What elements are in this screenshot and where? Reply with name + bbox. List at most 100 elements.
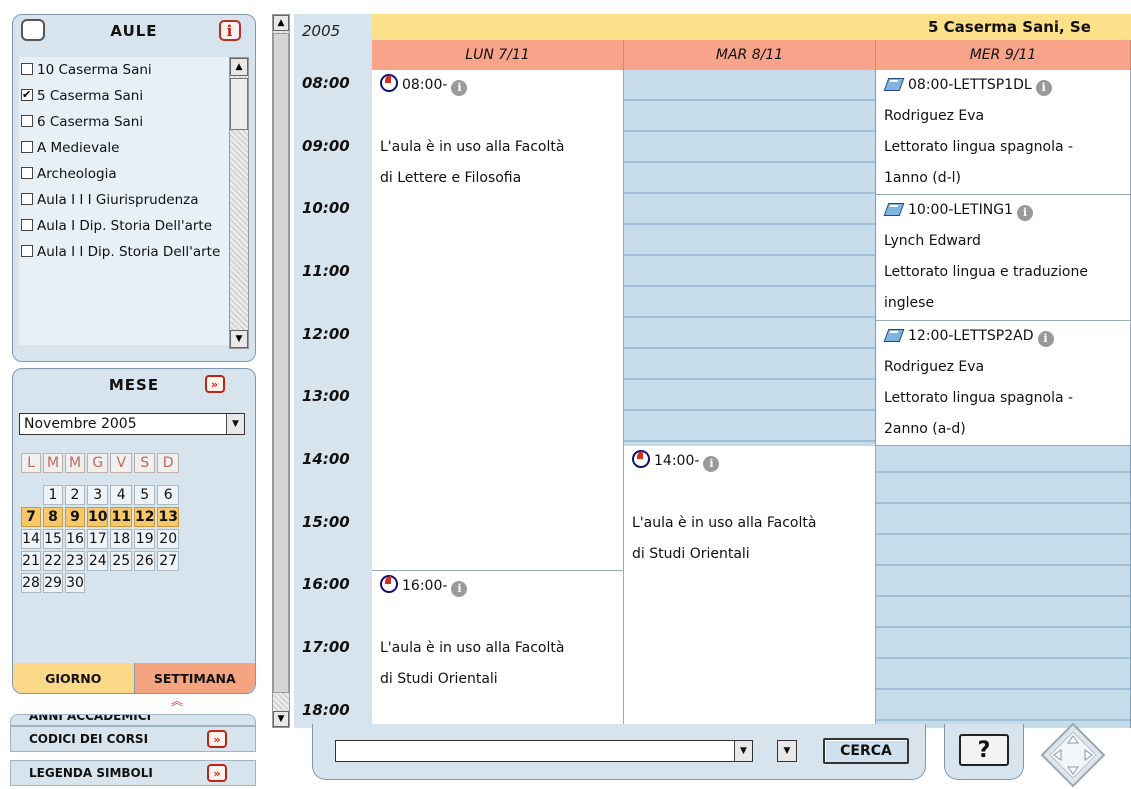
schedule-event[interactable]: 10:00-LETING1 i Lynch Edward Lettorato ling…	[876, 195, 1131, 321]
calendar-day[interactable]: 8	[43, 507, 63, 527]
aule-item[interactable]: Archeologia	[19, 161, 233, 187]
aule-item[interactable]: 10 Caserma Sani	[19, 57, 233, 83]
aule-checkbox[interactable]	[21, 63, 33, 75]
schedule-event[interactable]: 08:00-LETTSP1DL i Rodriguez Eva Lettorato l…	[876, 70, 1131, 196]
calendar-day[interactable]: 21	[21, 551, 41, 571]
calendar-day[interactable]: 28	[21, 573, 41, 593]
select-all-box[interactable]	[21, 19, 45, 41]
aule-item-label: 10 Caserma Sani	[37, 62, 152, 78]
aule-checkbox[interactable]	[21, 167, 33, 179]
calendar-day[interactable]: 27	[157, 551, 179, 571]
aule-item[interactable]: A Medievale	[19, 135, 233, 161]
calendar-day[interactable]: 22	[43, 551, 63, 571]
calendar-day[interactable]: 15	[43, 529, 63, 549]
calendar-day[interactable]: 20	[157, 529, 179, 549]
codici-expand-icon[interactable]: »	[207, 730, 227, 748]
aule-checkbox[interactable]	[21, 141, 33, 153]
calendar-day-header: M	[43, 453, 63, 473]
day-header[interactable]: LUN 7/11	[372, 40, 624, 70]
help-button[interactable]: ?	[959, 734, 1009, 766]
aule-item[interactable]: 5 Caserma Sani	[19, 83, 233, 109]
event-info-icon[interactable]: i	[703, 455, 720, 472]
main-scroll-down-icon[interactable]: ▼	[273, 711, 289, 727]
tab-giorno[interactable]: GIORNO	[13, 663, 135, 693]
aule-item[interactable]: Aula I Dip. Storia Dell'arte	[19, 213, 233, 239]
calendar-day[interactable]: 1	[43, 485, 63, 505]
calendar-day[interactable]: 19	[133, 529, 156, 549]
calendar-day[interactable]: 12	[133, 507, 156, 527]
calendar-day[interactable]: 29	[43, 573, 63, 593]
calendar-day[interactable]: 11	[110, 507, 132, 527]
main-scroll-thumb[interactable]	[273, 33, 289, 693]
codici-corsi-link[interactable]: CODICI DEI CORSI »	[10, 726, 256, 752]
aule-checkbox[interactable]	[21, 245, 33, 257]
event-info-icon[interactable]: i	[1016, 205, 1033, 222]
aule-scrollbar[interactable]: ▲ ▼	[229, 57, 249, 349]
collapse-up-icon[interactable]: ︽	[171, 695, 183, 707]
calendar-day[interactable]: 17	[87, 529, 109, 549]
main-scroll-up-icon[interactable]: ▲	[273, 15, 289, 31]
month-select[interactable]: Novembre 2005 ▼	[19, 413, 245, 435]
calendar-day[interactable]: 13	[157, 507, 179, 527]
calendar-day[interactable]: 3	[87, 485, 109, 505]
event-detail: inglese	[884, 288, 1130, 319]
calendar-day[interactable]: 5	[133, 485, 156, 505]
calendar-day[interactable]: 14	[21, 529, 41, 549]
day-header[interactable]: MAR 8/11	[624, 40, 876, 70]
calendar-day[interactable]: 6	[157, 485, 179, 505]
info-icon[interactable]: i	[219, 20, 241, 41]
aule-checkbox[interactable]	[21, 115, 33, 127]
schedule-event[interactable]: 08:00- i L'aula è in uso alla Facoltà di L…	[372, 70, 624, 572]
time-label: 17:00	[302, 637, 350, 656]
event-info-icon[interactable]: i	[451, 80, 468, 96]
tab-settimana[interactable]: SETTIMANA	[134, 663, 255, 693]
scroll-up-icon[interactable]: ▲	[230, 58, 248, 76]
legenda-simboli-link[interactable]: LEGENDA SIMBOLI »	[10, 760, 256, 786]
chevron-down-icon[interactable]: ▼	[226, 414, 244, 434]
calendar-day[interactable]: 10	[87, 507, 109, 527]
calendar-day[interactable]: 23	[65, 551, 85, 571]
event-text: 1anno (d-l)	[884, 170, 961, 186]
calendar-day[interactable]: 9	[65, 507, 85, 527]
calendar-empty-cell	[110, 573, 131, 593]
schedule-event[interactable]: 12:00-LETTSP2AD i Rodriguez Eva Lettorato l…	[876, 320, 1131, 446]
aule-checkbox[interactable]	[21, 89, 33, 101]
aule-item[interactable]: 6 Caserma Sani	[19, 109, 233, 135]
calendar-day[interactable]: 16	[65, 529, 85, 549]
search-select[interactable]: ▼	[335, 740, 753, 762]
legenda-label: LEGENDA SIMBOLI	[29, 766, 153, 780]
event-text: 14:00-	[654, 452, 700, 469]
aule-item[interactable]: Aula I I Dip. Storia Dell'arte	[19, 239, 233, 265]
event-detail: 1anno (d-l)	[884, 163, 1130, 194]
schedule-event[interactable]: 14:00- i L'aula è in uso alla Facoltà di S…	[624, 445, 876, 728]
navigation-arrows-icon[interactable]	[1040, 722, 1106, 788]
calendar-day[interactable]: 30	[65, 573, 85, 593]
calendar-day[interactable]: 4	[110, 485, 132, 505]
event-info-icon[interactable]: i	[1035, 80, 1052, 96]
aule-checkbox[interactable]	[21, 193, 33, 205]
event-info-icon[interactable]: i	[1037, 330, 1054, 347]
aule-title: AULE	[110, 22, 158, 40]
filter-chevron-down-icon[interactable]: ▼	[778, 741, 796, 761]
aule-checkbox[interactable]	[21, 219, 33, 231]
calendar-day[interactable]: 7	[21, 507, 41, 527]
search-chevron-down-icon[interactable]: ▼	[734, 741, 752, 761]
calendar-day[interactable]: 2	[65, 485, 85, 505]
anni-accademici-link[interactable]: ANNI ACCADEMICI	[10, 714, 256, 726]
calendar-day[interactable]: 26	[133, 551, 156, 571]
event-info-icon[interactable]: i	[451, 581, 468, 598]
calendar-day[interactable]: 24	[87, 551, 109, 571]
day-header[interactable]: MER 9/11	[876, 40, 1131, 70]
event-text: Rodriguez Eva	[884, 108, 985, 124]
scroll-down-icon[interactable]: ▼	[230, 330, 248, 348]
aule-item[interactable]: Aula I I I Giurisprudenza	[19, 187, 233, 213]
scroll-thumb[interactable]	[230, 78, 248, 130]
calendar-day[interactable]: 18	[110, 529, 132, 549]
cerca-button[interactable]: CERCA	[823, 738, 909, 764]
schedule-event[interactable]: 16:00- i L'aula è in uso alla Facoltà di S…	[372, 571, 624, 728]
filter-select[interactable]: ▼	[777, 740, 797, 762]
main-scrollbar[interactable]: ▲ ▼	[272, 14, 290, 728]
calendar-day[interactable]: 25	[110, 551, 132, 571]
mese-expand-icon[interactable]: »	[205, 375, 225, 393]
legenda-expand-icon[interactable]: »	[207, 764, 227, 782]
